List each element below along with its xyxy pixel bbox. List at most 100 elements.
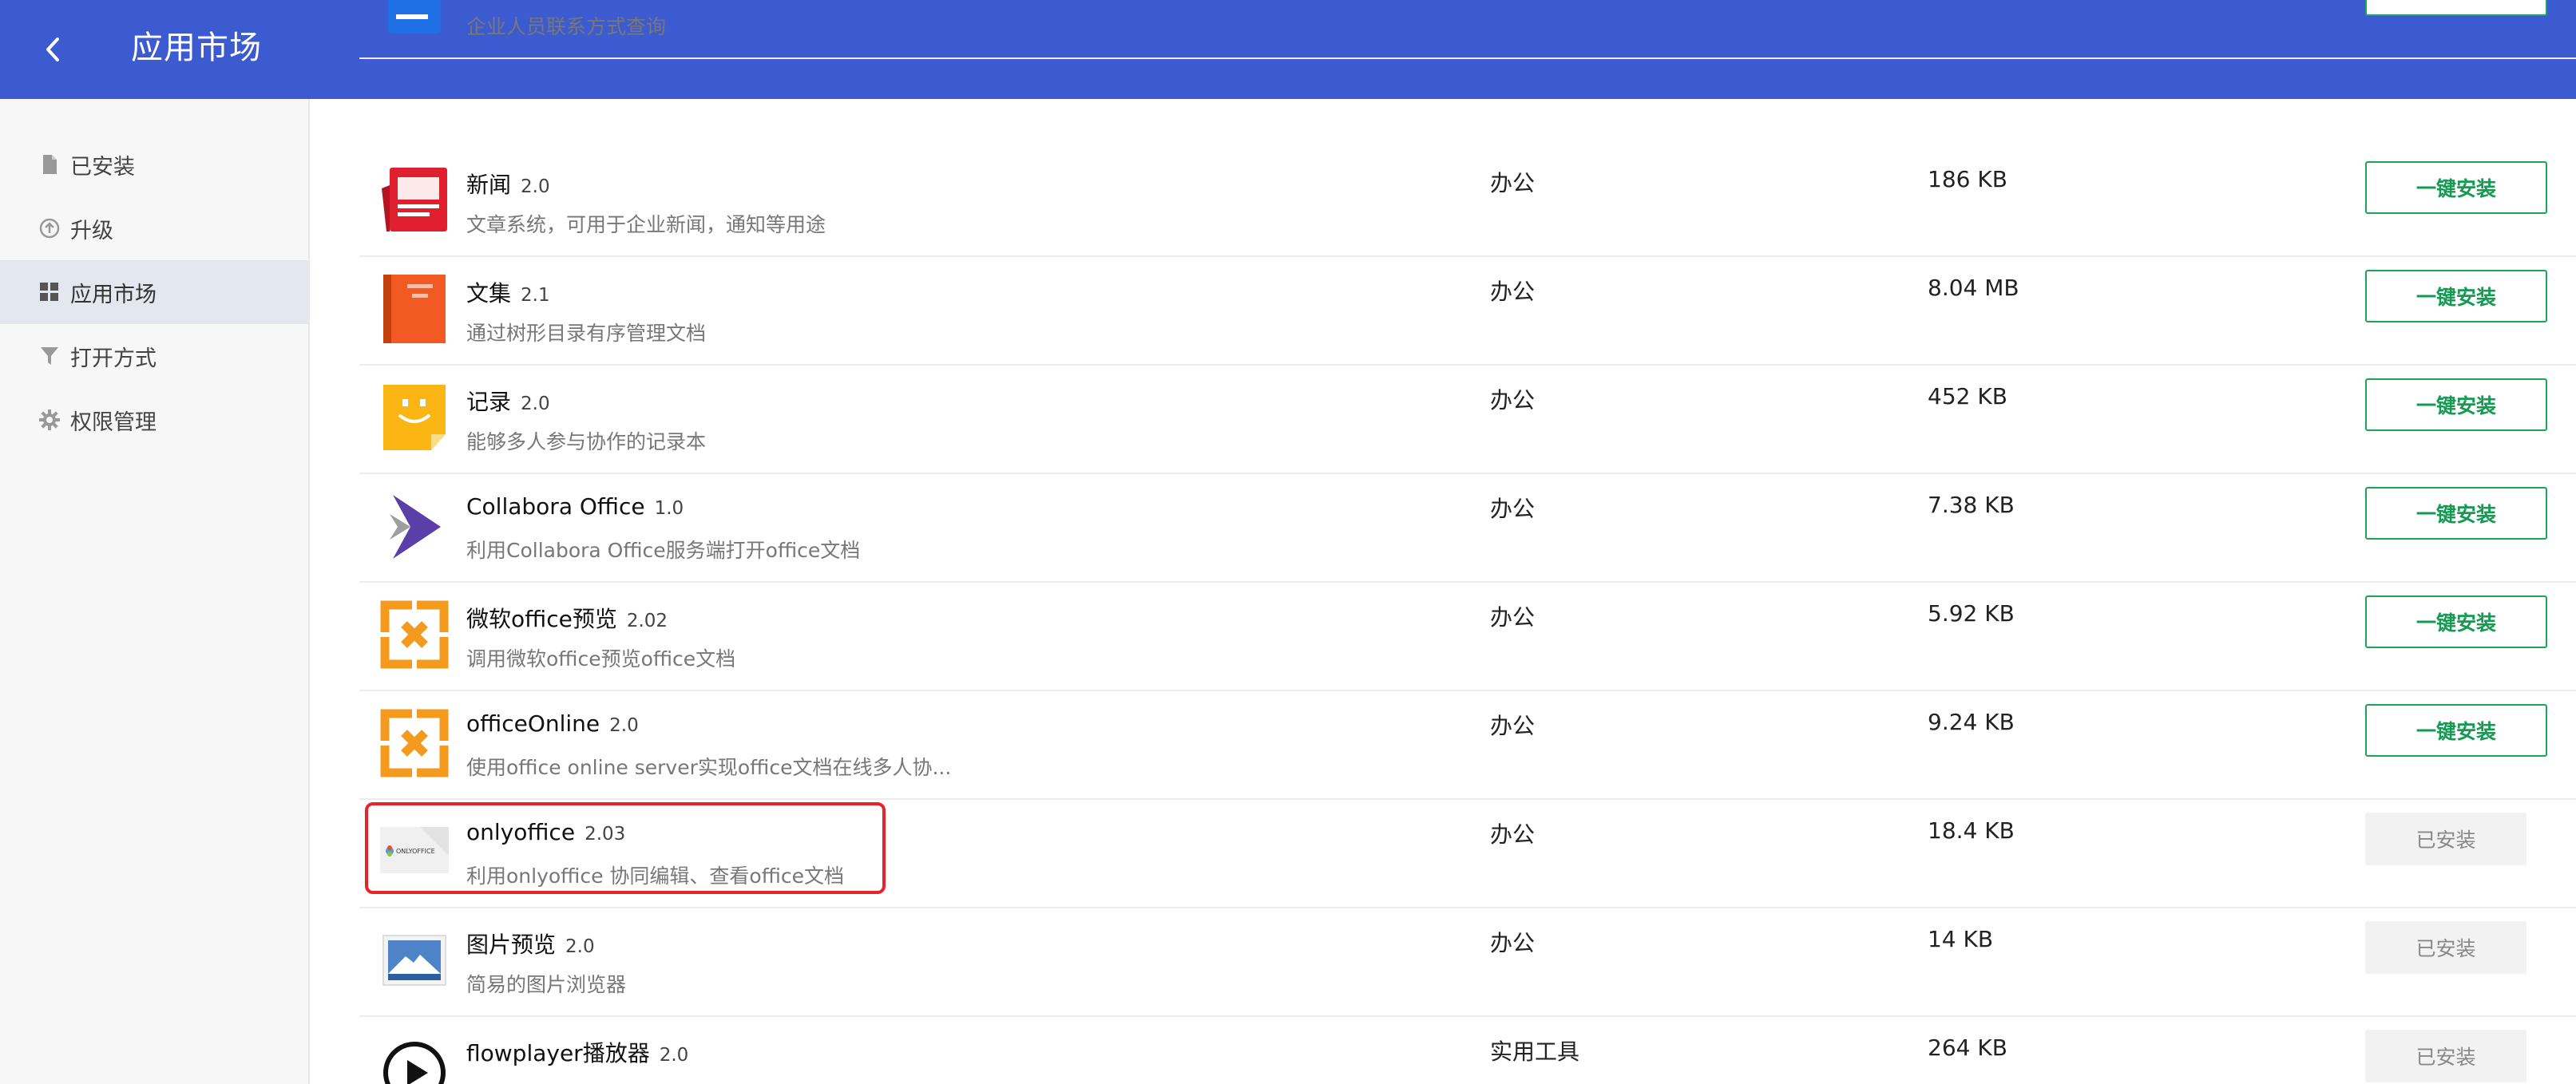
app-list: 企业人员联系方式查询 一键安装 新闻 2.0 文章系统，可用于企业新闻，通知等用途…	[359, 0, 2576, 1084]
app-category: 办公	[1490, 279, 1536, 305]
file-icon	[38, 153, 61, 176]
contacts-app-icon	[388, 0, 441, 34]
page-title: 应用市场	[131, 30, 262, 66]
app-description: 企业人员联系方式查询	[466, 15, 667, 38]
onlyoffice-app-icon: ONLYOFFICE	[380, 827, 449, 873]
sidebar-item-app-market[interactable]: 应用市场	[0, 260, 308, 324]
install-button[interactable]: 一键安装	[2365, 270, 2547, 322]
app-name: 新闻	[466, 172, 512, 198]
app-name-line: Collabora Office 1.0	[466, 493, 684, 520]
app-name: flowplayer播放器	[466, 1040, 650, 1066]
app-description: 能够多人参与协作的记录本	[466, 430, 707, 453]
sidebar-item-label: 已安装	[70, 154, 135, 180]
office-online-app-icon	[380, 709, 449, 777]
app-category: 办公	[1490, 604, 1536, 631]
ms-office-app-icon	[380, 600, 449, 669]
installed-badge: 已安装	[2365, 813, 2526, 865]
app-description: 通过树形目录有序管理文档	[466, 322, 707, 345]
app-row: 记录 2.0 能够多人参与协作的记录本 办公 452 KB 一键安装	[359, 366, 2576, 474]
app-description: 调用微软office预览office文档	[466, 647, 736, 671]
app-name: 记录	[466, 389, 512, 415]
app-version: 2.0	[659, 1045, 689, 1066]
sidebar-item-upgrade[interactable]: 升级	[0, 196, 308, 260]
app-row: 文集 2.1 通过树形目录有序管理文档 办公 8.04 MB 一键安装	[359, 257, 2576, 366]
app-name-line: 记录 2.0	[466, 385, 550, 417]
install-button[interactable]: 一键安装	[2365, 595, 2547, 648]
app-name: officeOnline	[466, 710, 600, 737]
app-description: 利用Collabora Office服务端打开office文档	[466, 539, 861, 562]
app-size: 186 KB	[1928, 166, 2007, 192]
app-version: 1.0	[654, 498, 684, 519]
sidebar-item-label: 应用市场	[70, 282, 157, 307]
app-size: 452 KB	[1928, 383, 2007, 409]
app-name-line: 微软office预览 2.02	[466, 602, 668, 634]
app-name-line: 新闻 2.0	[466, 168, 550, 200]
app-size: 8.04 MB	[1928, 275, 2019, 301]
app-row: 微软office预览 2.02 调用微软office预览office文档 办公 5…	[359, 583, 2576, 691]
app-size: 9.24 KB	[1928, 709, 2015, 735]
sidebar-item-permissions[interactable]: 权限管理	[0, 388, 308, 452]
app-row: flowplayer播放器 2.0 实用工具 264 KB 已安装	[359, 1017, 2576, 1084]
gear-icon	[38, 409, 61, 431]
app-row: Collabora Office 1.0 利用Collabora Office服务…	[359, 474, 2576, 583]
sidebar-item-label: 升级	[70, 218, 113, 243]
app-category: 办公	[1490, 821, 1536, 848]
filter-icon	[38, 345, 61, 367]
install-button[interactable]: 一键安装	[2365, 704, 2547, 757]
install-button[interactable]: 一键安装	[2365, 487, 2547, 540]
app-version: 2.0	[565, 936, 595, 957]
app-name: 文集	[466, 280, 512, 307]
app-category: 办公	[1490, 496, 1536, 522]
app-name: onlyoffice	[466, 819, 576, 845]
app-name-line: 文集 2.1	[466, 276, 550, 308]
app-name-line: officeOnline 2.0	[466, 710, 639, 737]
install-button[interactable]: 一键安装	[2365, 161, 2547, 214]
app-size: 5.92 KB	[1928, 600, 2015, 627]
grid-icon	[38, 281, 61, 303]
app-name-line: 图片预览 2.0	[466, 928, 595, 959]
app-name-line: flowplayer播放器 2.0	[466, 1036, 688, 1068]
app-row: 企业人员联系方式查询 一键安装	[359, 0, 2576, 59]
app-version: 2.0	[609, 715, 639, 736]
app-size: 264 KB	[1928, 1035, 2007, 1061]
app-category: 办公	[1490, 713, 1536, 739]
app-category: 实用工具	[1490, 1039, 1580, 1065]
app-row: ONLYOFFICE onlyoffice 2.03 利用onlyoffice 协…	[359, 800, 2576, 908]
app-category: 办公	[1490, 170, 1536, 196]
back-button[interactable]	[35, 27, 70, 72]
installed-badge: 已安装	[2365, 1030, 2526, 1082]
sidebar-item-installed[interactable]: 已安装	[0, 133, 308, 196]
play-app-icon	[383, 1042, 446, 1084]
app-version: 2.1	[521, 285, 550, 306]
app-name-line: onlyoffice 2.03	[466, 819, 625, 845]
app-category: 办公	[1490, 387, 1536, 413]
install-button[interactable]: 一键安装	[2365, 378, 2547, 431]
collabora-app-icon	[390, 495, 441, 559]
app-version: 2.0	[521, 176, 550, 197]
app-description: 利用onlyoffice 协同编辑、查看office文档	[466, 864, 845, 888]
image-preview-app-icon	[382, 935, 446, 986]
app-name: 微软office预览	[466, 606, 617, 632]
install-button[interactable]: 一键安装	[2365, 0, 2547, 16]
app-row: 图片预览 2.0 简易的图片浏览器 办公 14 KB 已安装	[359, 908, 2576, 1017]
app-size: 14 KB	[1928, 926, 1994, 952]
app-name: 图片预览	[466, 932, 557, 958]
book-app-icon	[383, 275, 446, 343]
app-description: 文章系统，可用于企业新闻，通知等用途	[466, 213, 826, 236]
app-description: 使用office online server实现office文档在线多人协...	[466, 756, 952, 779]
note-app-icon	[383, 385, 446, 450]
app-version: 2.0	[521, 394, 550, 414]
news-app-icon	[382, 168, 447, 231]
app-name: Collabora Office	[466, 493, 645, 520]
app-version: 2.02	[626, 611, 668, 631]
app-version: 2.03	[585, 824, 626, 845]
sidebar-item-label: 权限管理	[70, 409, 157, 435]
app-category: 办公	[1490, 930, 1536, 956]
upgrade-circle-icon	[38, 217, 61, 239]
installed-badge: 已安装	[2365, 921, 2526, 974]
app-size: 18.4 KB	[1928, 817, 2015, 844]
sidebar-item-open-with[interactable]: 打开方式	[0, 324, 308, 388]
app-row: officeOnline 2.0 使用office online server实现…	[359, 691, 2576, 800]
app-row: 新闻 2.0 文章系统，可用于企业新闻，通知等用途 办公 186 KB 一键安装	[359, 148, 2576, 257]
onlyoffice-logo-text: ONLYOFFICE	[396, 848, 435, 855]
